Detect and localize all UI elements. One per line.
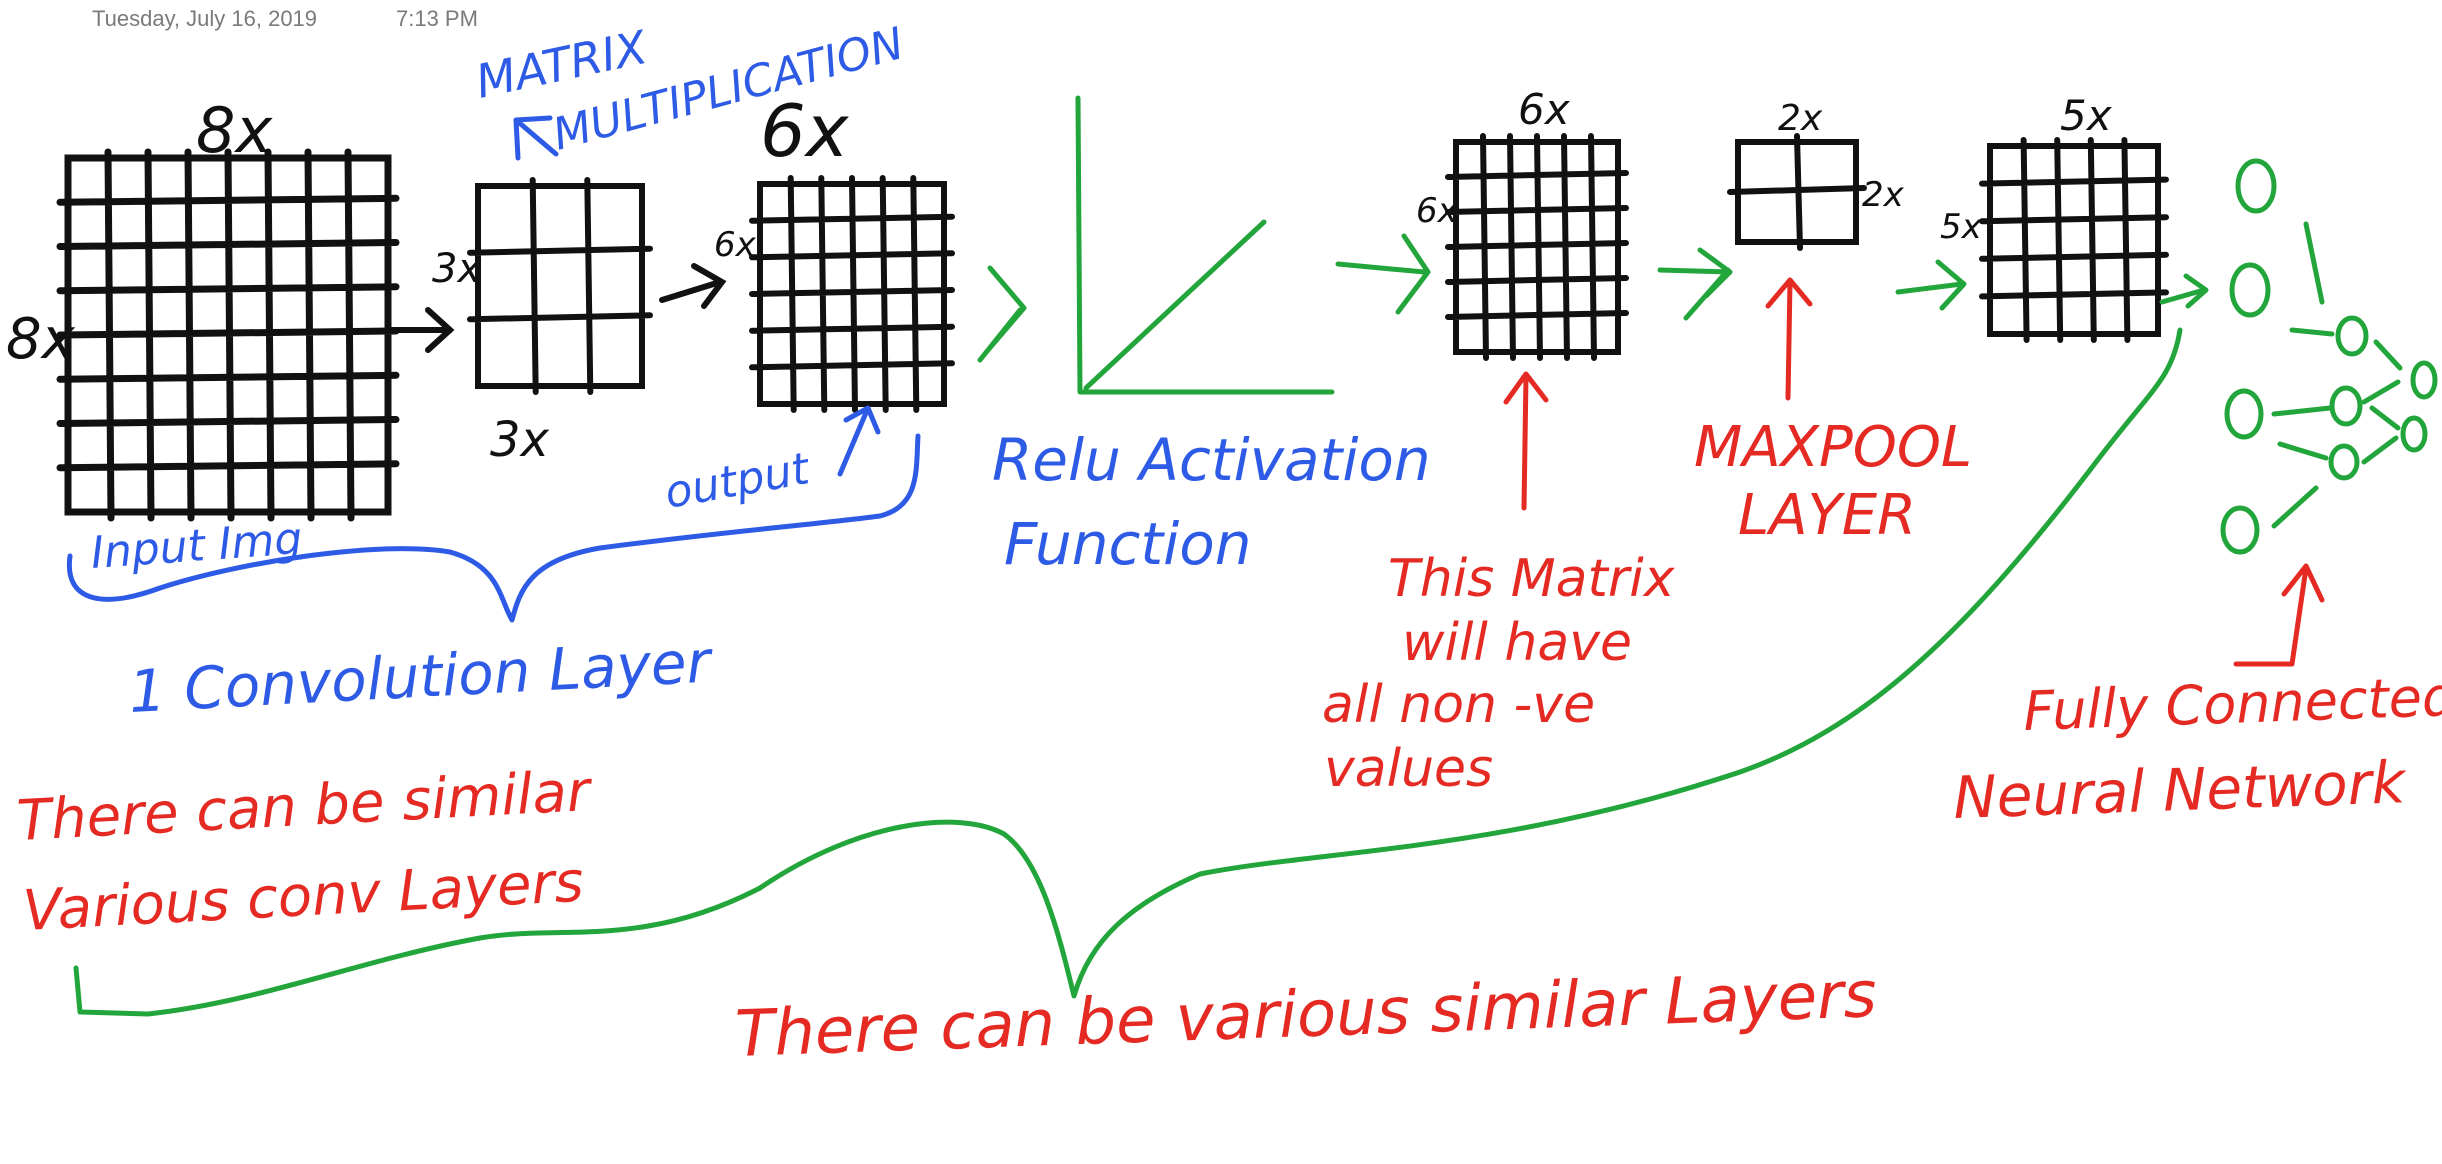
input-side-label: 8x <box>6 307 76 372</box>
output-matrix <box>749 175 955 413</box>
arrow-maxpool <box>1765 277 1813 401</box>
neuron-input-3 <box>2224 388 2264 440</box>
final-matrix <box>1979 137 2169 343</box>
relu-output-matrix <box>1445 133 1629 361</box>
arrow-to-relu <box>977 265 1027 363</box>
relu-output-matrix-lines <box>1445 133 1629 361</box>
input-caption: Input Img <box>89 513 304 579</box>
output-caption: output <box>661 443 814 519</box>
final-matrix-lines <box>1979 137 2169 343</box>
neuron-input-2 <box>2229 262 2271 318</box>
kernel-matrix-lines <box>467 177 653 395</box>
neuron-input-1 <box>2235 158 2277 214</box>
neuron-links <box>2271 221 2403 529</box>
fc-line-1: Fully Connected <box>2022 665 2442 743</box>
final-top-label: 5x <box>2060 91 2113 140</box>
input-matrix <box>56 148 400 522</box>
neuron-hidden-2 <box>2329 385 2363 427</box>
nonneg-line-1: This Matrix <box>1388 549 1676 609</box>
relu-graph <box>1075 95 1335 395</box>
fc-line-2: Neural Network <box>1952 748 2408 832</box>
arrow-to-maxpool <box>1657 247 1733 321</box>
neural-network <box>2220 158 2438 555</box>
output-top-label: 6x <box>760 89 850 173</box>
matrix-mult-arrow <box>513 115 559 161</box>
final-side-label: 5x <box>1940 207 1983 247</box>
cnn-sketch-canvas: 8x 8x Input Img MATRIX MULTIPLICATION 3x… <box>6 18 2442 1072</box>
neuron-output-2 <box>2400 415 2428 453</box>
output-pointer-arrow <box>837 405 881 477</box>
relu-output-top-label: 6x <box>1518 85 1571 134</box>
maxpool-matrix <box>1727 133 1867 251</box>
kernel-bottom-label: 3x <box>490 412 550 468</box>
similar-layers-label: There can be various similar Layers <box>734 958 1878 1072</box>
neuron-input-4 <box>2220 505 2260 555</box>
annotations: 8x 8x Input Img MATRIX MULTIPLICATION 3x… <box>6 18 2442 1072</box>
neuron-hidden-1 <box>2335 315 2369 357</box>
pool-side-label: 2x <box>1862 175 1905 215</box>
input-matrix-lines <box>56 148 400 522</box>
arrow-nonneg <box>1503 371 1549 511</box>
maxpool-line-2: LAYER <box>1738 483 1916 548</box>
output-matrix-lines <box>749 175 955 413</box>
input-top-label: 8x <box>196 94 273 167</box>
arrow-to-relu-output <box>1335 233 1431 315</box>
arrow-to-final <box>1895 259 1967 311</box>
neuron-hidden-3 <box>2328 443 2360 481</box>
similar-conv-line-2: Various conv Layers <box>21 850 585 944</box>
similar-conv-line-1: There can be similar <box>15 759 594 854</box>
relu-label-line-2: Function <box>1004 510 1252 578</box>
neuron-output-1 <box>2410 360 2438 400</box>
arrow-fc <box>2233 563 2325 667</box>
relu-output-side-label: 6x <box>1416 191 1459 231</box>
arrow-kernel-to-output <box>659 263 727 309</box>
output-side-label: 6x <box>714 225 757 265</box>
kernel-matrix <box>467 177 653 395</box>
nonneg-line-2: will have <box>1402 613 1632 673</box>
kernel-side-label: 3x <box>432 246 481 292</box>
arrow-input-to-kernel <box>389 307 455 353</box>
conv-layer-label: 1 Convolution Layer <box>127 627 715 726</box>
maxpool-line-1: MAXPOOL <box>1694 415 1972 480</box>
pool-top-label: 2x <box>1778 98 1823 139</box>
nonneg-line-3: all non -ve <box>1322 675 1595 735</box>
maxpool-matrix-lines <box>1727 133 1867 251</box>
relu-label-line-1: Relu Activation <box>992 426 1431 494</box>
nonneg-line-4: values <box>1324 739 1493 799</box>
